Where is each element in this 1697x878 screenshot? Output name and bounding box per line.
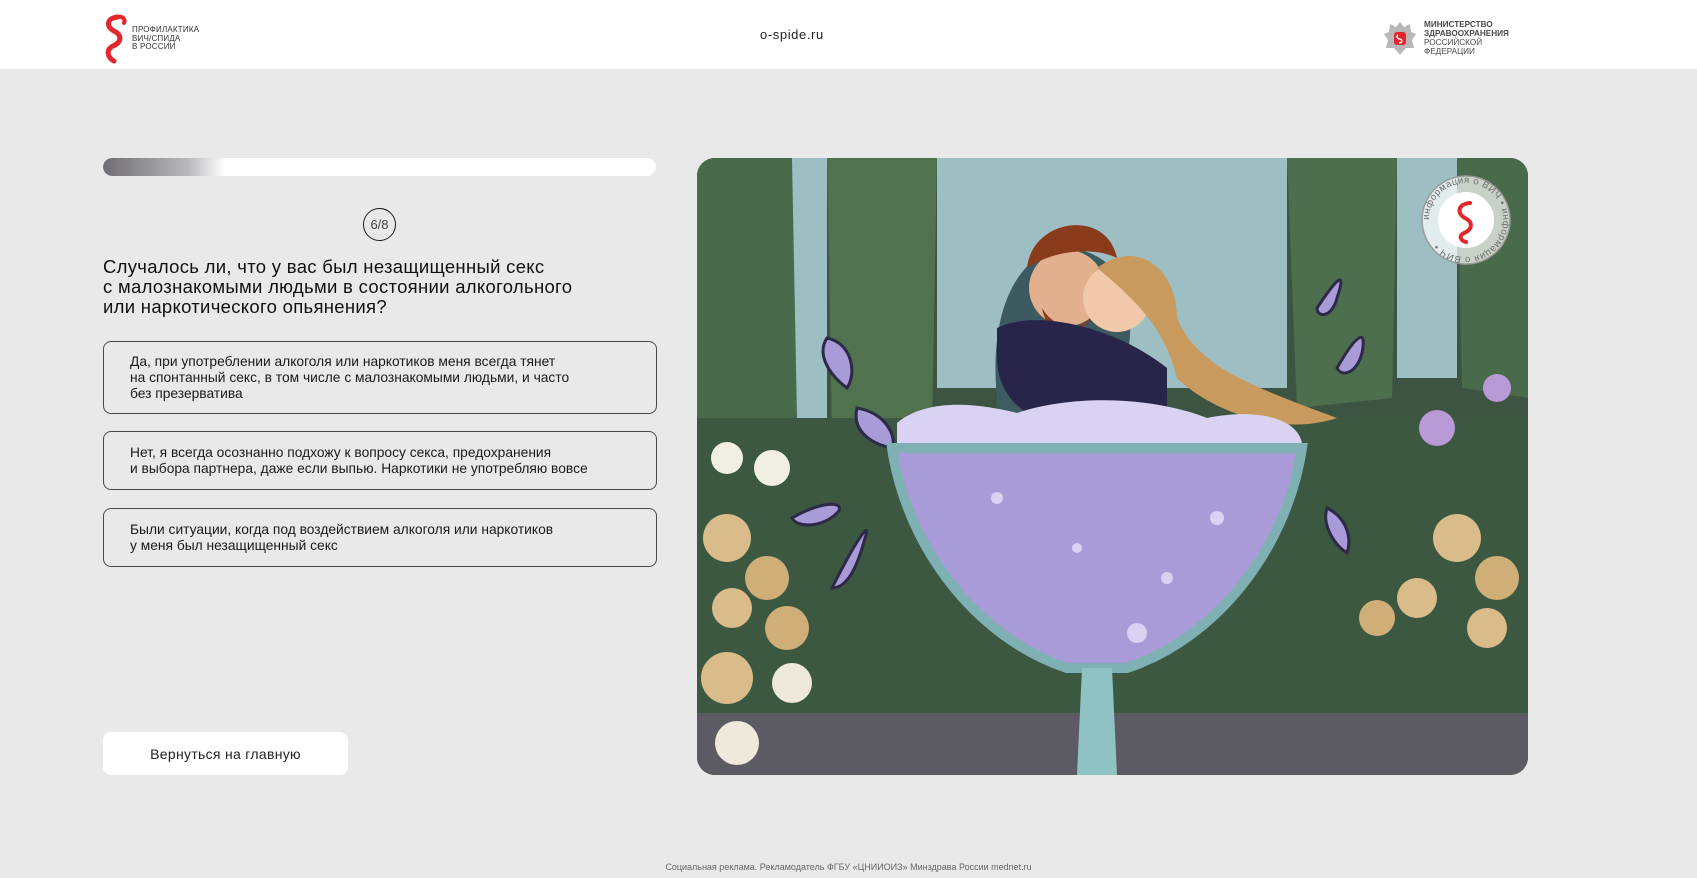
- footer-disclaimer: Социальная реклама. Рекламодатель ФГБУ «…: [665, 862, 1032, 872]
- question-text: Случалось ли, что у вас был незащищенный…: [103, 256, 573, 317]
- site-url[interactable]: o-spide.ru: [760, 27, 824, 42]
- back-to-home-button[interactable]: Вернуться на главную: [103, 732, 348, 775]
- quiz-illustration: информация о ВИЧ • информация о ВИЧ •: [697, 158, 1528, 775]
- ministry-logo[interactable]: МИНИСТЕРСТВО ЗДРАВООХРАНЕНИЯ РОССИЙСКОЙ …: [1380, 18, 1534, 58]
- progress-fill: [103, 158, 225, 176]
- ministry-name: МИНИСТЕРСТВО ЗДРАВООХРАНЕНИЯ РОССИЙСКОЙ …: [1424, 20, 1509, 56]
- hiv-prevention-logo[interactable]: ПРОФИЛАКТИКА ВИЧ/СПИДа В РОССИИ: [102, 14, 212, 64]
- couple-in-glass-illustration: информация о ВИЧ • информация о ВИЧ •: [697, 158, 1528, 775]
- red-ribbon-icon: [105, 14, 127, 64]
- answer-option-3[interactable]: Были ситуации, когда под воздействием ал…: [103, 508, 657, 567]
- quiz-progress-bar: [103, 158, 656, 176]
- site-header: ПРОФИЛАКТИКА ВИЧ/СПИДа В РОССИИ o-spide.…: [0, 0, 1697, 69]
- answer-option-1[interactable]: Да, при употреблении алкоголя или наркот…: [103, 341, 657, 414]
- hiv-info-stamp: информация о ВИЧ • информация о ВИЧ •: [1421, 175, 1511, 265]
- step-counter: 6/8: [363, 208, 396, 241]
- logo-text: ПРОФИЛАКТИКА ВИЧ/СПИДа В РОССИИ: [132, 25, 200, 52]
- coat-of-arms-icon: [1384, 22, 1416, 55]
- answer-option-2[interactable]: Нет, я всегда осознанно подхожу к вопрос…: [103, 431, 657, 490]
